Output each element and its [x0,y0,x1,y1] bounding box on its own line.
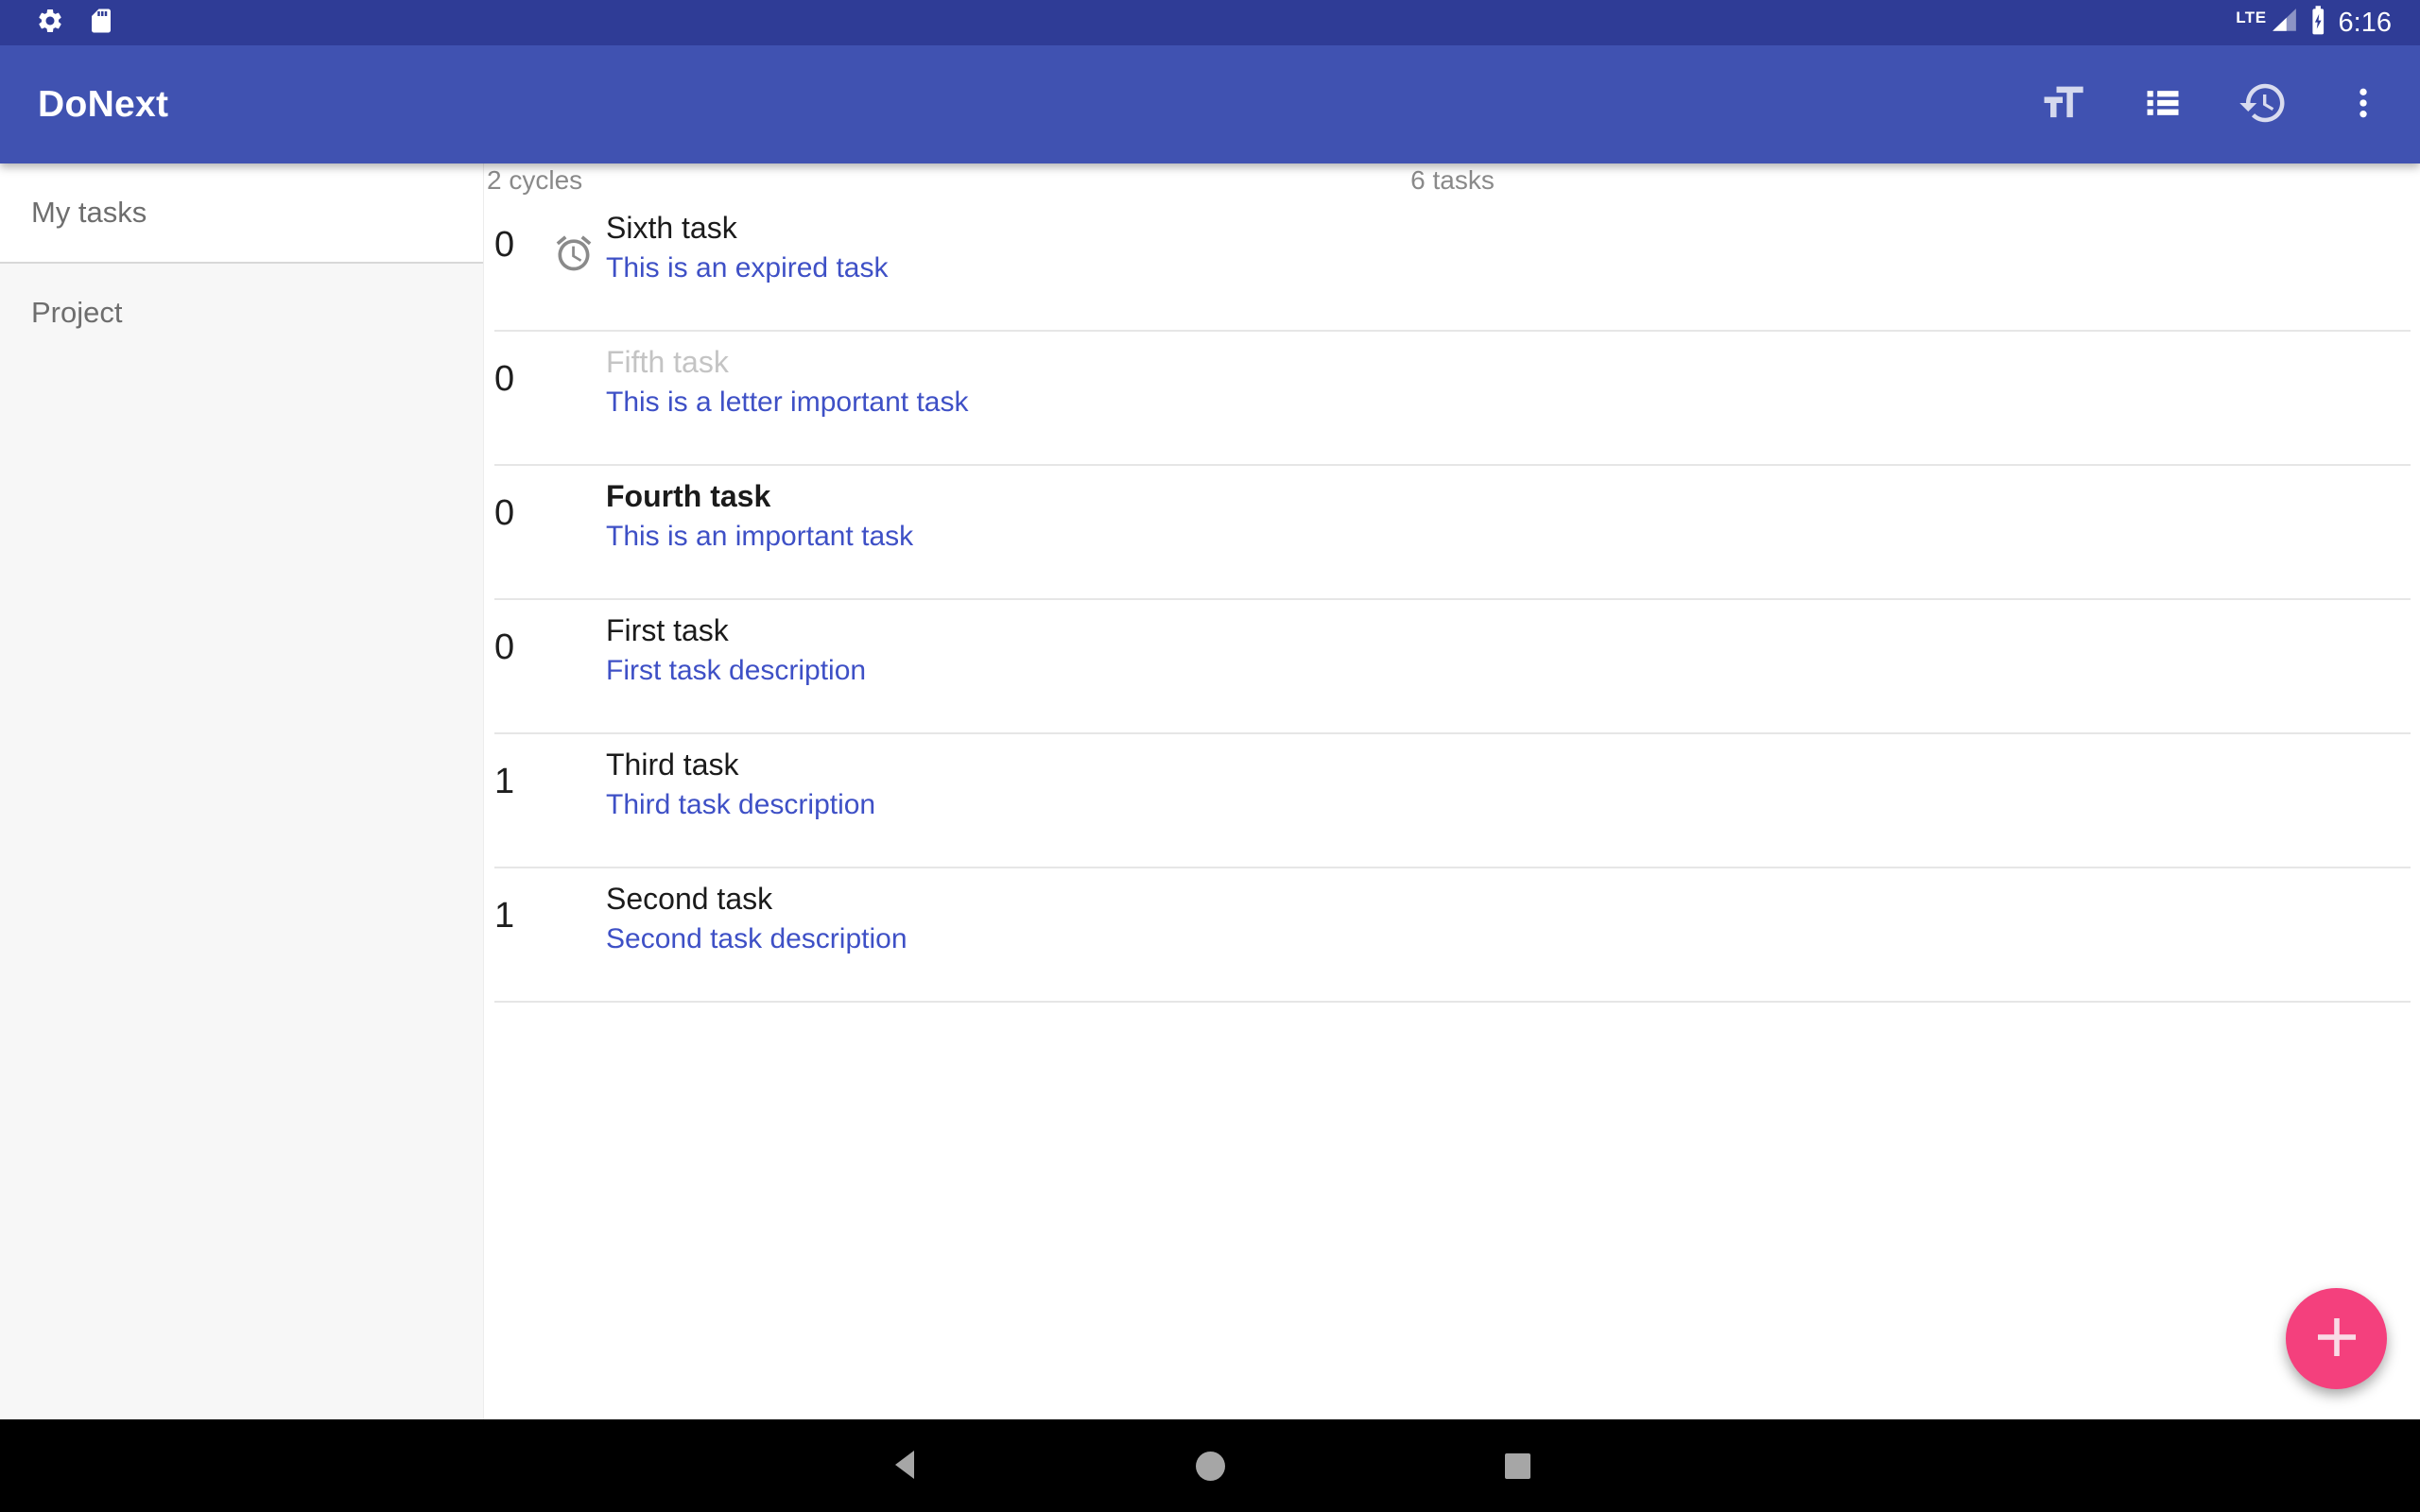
task-row[interactable]: 0 Fourth task This is an important task [494,466,2411,600]
task-title: First task [606,611,866,649]
task-cycle-count: 1 [494,898,514,934]
battery-charging-icon [2306,4,2326,43]
task-row[interactable]: 1 Third task Third task description [494,734,2411,868]
list-icon [2142,82,2184,127]
task-description: Second task description [606,921,908,957]
task-description: This is an important task [606,519,913,555]
sidebar-item-label: Project [31,296,122,330]
donext-app-screen: LTE 6:16 DoNext [0,0,2420,1512]
task-cycle-count: 0 [494,495,514,531]
task-row[interactable]: 0 First task First task description [494,600,2411,734]
status-bar-left [36,0,115,45]
task-row[interactable]: 0 Sixth task This is an expired task [494,198,2411,332]
status-bar: LTE 6:16 [0,0,2420,45]
history-icon [2238,77,2289,131]
task-row[interactable]: 0 Fifth task This is a letter important … [494,332,2411,466]
page-title: DoNext [38,84,168,126]
text-size-button[interactable] [2034,67,2091,143]
add-task-fab[interactable] [2286,1288,2387,1389]
task-description: First task description [606,653,866,689]
task-list: 0 Sixth task This is an expired task 0 F… [485,198,2420,1003]
network-type-label: LTE [2236,9,2266,27]
task-description: This is an expired task [606,250,888,286]
task-cycle-count: 0 [494,227,514,263]
clock-time: 6:16 [2339,8,2392,39]
settings-icon [36,7,64,40]
recents-button[interactable] [1477,1419,1558,1512]
tasks-count-label: 6 tasks [485,165,2420,196]
back-button[interactable] [864,1419,945,1512]
signal-icon [2272,8,2297,38]
more-vert-icon [2344,84,2382,125]
android-nav-bar [0,1419,2420,1512]
home-button[interactable] [1169,1419,1251,1512]
alarm-icon [553,232,595,274]
status-bar-right: LTE 6:16 [2236,0,2392,45]
task-title: Fifth task [606,343,968,381]
list-header: 2 cycles 6 tasks [485,163,2420,198]
task-title: Sixth task [606,209,888,247]
task-title: Third task [606,746,875,783]
sidebar-item-my-tasks[interactable]: My tasks [0,163,483,264]
task-row[interactable]: 1 Second task Second task description [494,868,2411,1003]
format-size-icon [2038,78,2087,130]
task-cycle-count: 0 [494,361,514,397]
overflow-menu-button[interactable] [2335,67,2392,143]
app-bar-actions [2034,45,2392,163]
task-title: Fourth task [606,477,913,515]
sd-card-icon [87,7,115,40]
sidebar-item-project[interactable]: Project [0,264,483,362]
history-button[interactable] [2235,67,2291,143]
plus-icon [2315,1315,2359,1362]
list-view-button[interactable] [2135,67,2191,143]
task-cycle-count: 0 [494,629,514,665]
sidebar-item-label: My tasks [31,196,147,230]
home-icon [1196,1452,1225,1481]
back-icon [893,1450,916,1483]
recents-icon [1505,1453,1530,1479]
app-bar: DoNext [0,45,2420,163]
sidebar: My tasks Project [0,163,484,1419]
task-cycle-count: 1 [494,764,514,799]
task-description: Third task description [606,787,875,823]
task-title: Second task [606,880,908,918]
task-list-panel: 2 cycles 6 tasks 0 Sixth task This is an… [485,163,2420,1419]
task-description: This is a letter important task [606,385,968,421]
